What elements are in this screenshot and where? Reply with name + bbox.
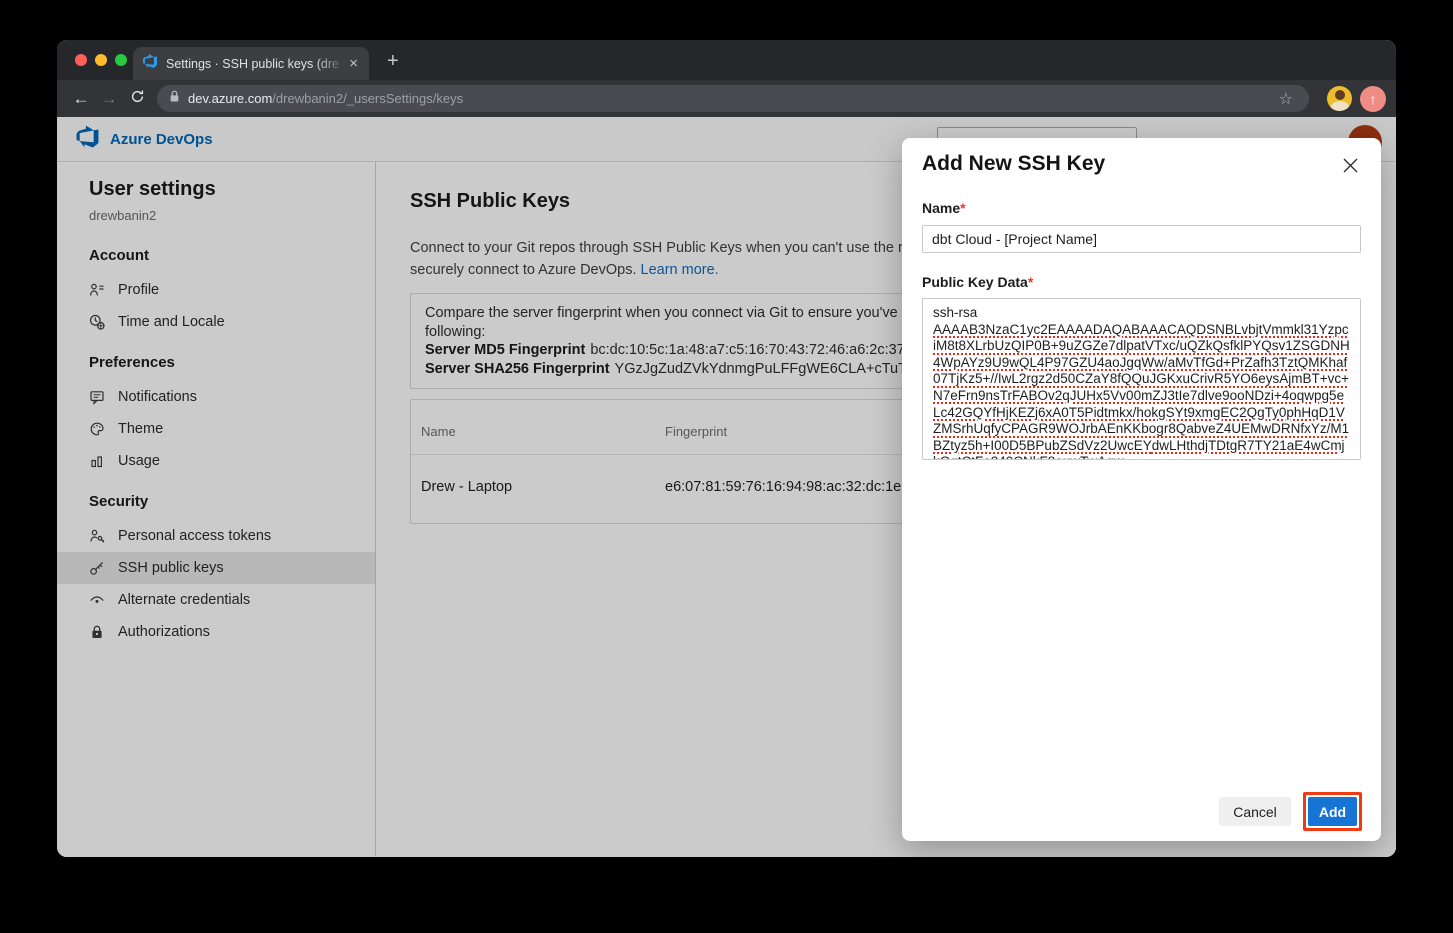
browser-tab[interactable]: Settings · SSH public keys (dre × bbox=[133, 47, 369, 80]
azure-devops-favicon-icon bbox=[142, 53, 158, 74]
key-value: AAAAB3NzaC1yc2EAAAADAQABAAACAQDSNBLvbjtV… bbox=[933, 322, 1350, 453]
public-key-field-label: Public Key Data* bbox=[922, 274, 1361, 290]
back-button[interactable]: ← bbox=[67, 89, 95, 109]
url-text: dev.azure.com/drewbanin2/_usersSettings/… bbox=[188, 91, 1279, 106]
new-tab-button[interactable]: + bbox=[387, 50, 399, 73]
chrome-update-icon[interactable]: ↑ bbox=[1360, 86, 1386, 112]
close-window-button[interactable] bbox=[75, 54, 87, 66]
add-button[interactable]: Add bbox=[1308, 797, 1357, 826]
tab-close-icon[interactable]: × bbox=[347, 56, 360, 71]
name-field-label: Name* bbox=[922, 200, 1361, 216]
tab-title: Settings · SSH public keys (dre bbox=[166, 57, 347, 71]
key-prefix: ssh-rsa bbox=[933, 305, 977, 320]
url-path: /drewbanin2/_usersSettings/keys bbox=[272, 91, 463, 106]
name-input[interactable] bbox=[922, 225, 1361, 253]
browser-window: Settings · SSH public keys (dre × + ← → … bbox=[57, 40, 1396, 857]
tab-strip: Settings · SSH public keys (dre × + bbox=[57, 40, 1396, 80]
traffic-lights bbox=[75, 54, 127, 66]
modal-footer: Cancel Add bbox=[1219, 792, 1362, 831]
browser-toolbar: ← → dev.azure.com/drewbanin2/_usersSetti… bbox=[57, 80, 1396, 117]
url-bar[interactable]: dev.azure.com/drewbanin2/_usersSettings/… bbox=[157, 85, 1309, 112]
forward-button[interactable]: → bbox=[95, 89, 123, 109]
reload-button[interactable] bbox=[123, 89, 151, 109]
required-marker: * bbox=[1028, 274, 1033, 290]
page: Azure DevOps User settings drewbanin2 Ac… bbox=[57, 117, 1396, 857]
lock-icon bbox=[169, 90, 180, 108]
public-key-textarea[interactable]: ssh-rsa AAAAB3NzaC1yc2EAAAADAQABAAACAQDS… bbox=[922, 298, 1361, 460]
modal-title: Add New SSH Key bbox=[922, 152, 1361, 176]
bookmark-star-icon[interactable]: ☆ bbox=[1279, 89, 1293, 109]
browser-profile-avatar[interactable] bbox=[1327, 86, 1352, 111]
cancel-button[interactable]: Cancel bbox=[1219, 797, 1291, 826]
add-ssh-key-modal: Add New SSH Key Name* Public Key Data* s… bbox=[902, 138, 1381, 841]
maximize-window-button[interactable] bbox=[115, 54, 127, 66]
required-marker: * bbox=[960, 200, 965, 216]
close-icon[interactable] bbox=[1339, 154, 1361, 176]
minimize-window-button[interactable] bbox=[95, 54, 107, 66]
add-button-highlight: Add bbox=[1303, 792, 1362, 831]
url-domain: dev.azure.com bbox=[188, 91, 272, 106]
